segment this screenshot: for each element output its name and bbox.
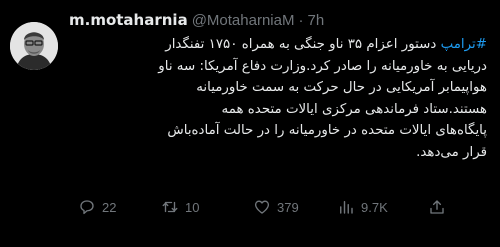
heart-icon bbox=[254, 200, 270, 214]
user-handle[interactable]: @MotaharniaM bbox=[192, 12, 295, 29]
retweet-count: 10 bbox=[185, 199, 200, 215]
tweet-text-line: هستند.ستاد فرماندهی مرکزی ایالات متحده ه… bbox=[221, 101, 487, 117]
like-button[interactable]: 379 bbox=[253, 198, 299, 216]
reply-button[interactable]: 22 bbox=[78, 198, 116, 216]
tweet[interactable]: m.motaharnia @MotaharniaM · 7h #ترامپ دس… bbox=[0, 0, 500, 247]
display-name[interactable]: m.motaharnia bbox=[69, 11, 188, 29]
tweet-text: #ترامپ دستور اعزام ۳۵ ناو جنگی به همراه … bbox=[69, 34, 487, 163]
tweet-text-line: #ترامپ دستور اعزام ۳۵ ناو جنگی به همراه … bbox=[69, 34, 487, 56]
view-count: 9.7K bbox=[361, 199, 388, 215]
tweet-text-line: قرار می‌دهد. bbox=[416, 144, 487, 160]
reply-icon bbox=[80, 200, 94, 215]
views-chart-icon bbox=[340, 201, 353, 214]
like-count: 379 bbox=[277, 199, 299, 215]
views-button[interactable]: 9.7K bbox=[337, 198, 388, 216]
tweet-text-segment: دستور اعزام ۳۵ ناو جنگی به همراه ۱۷۵۰ تف… bbox=[165, 37, 437, 52]
tweet-text-line: هواپیمابر آمریکایی در حال حرکت به سمت خا… bbox=[196, 80, 487, 95]
avatar-portrait bbox=[10, 22, 58, 70]
retweet-icon bbox=[162, 201, 178, 213]
tweet-header: m.motaharnia @MotaharniaM · 7h bbox=[69, 8, 486, 32]
share-icon bbox=[430, 200, 444, 214]
share-button[interactable] bbox=[428, 198, 446, 216]
separator-dot: · bbox=[298, 11, 304, 29]
reply-count: 22 bbox=[102, 199, 117, 215]
tweet-text-line: دریایی به خاورمیانه را صادر کرد.وزارت دف… bbox=[158, 58, 487, 74]
timestamp[interactable]: 7h bbox=[307, 12, 324, 29]
action-bar: 22 10 379 9.7K bbox=[78, 196, 448, 218]
hashtag-link[interactable]: #ترامپ bbox=[441, 37, 487, 52]
avatar[interactable] bbox=[10, 22, 58, 70]
retweet-button[interactable]: 10 bbox=[161, 198, 199, 216]
tweet-text-line: پایگاه‌های ایالات متحده در خاورمیانه را … bbox=[167, 123, 487, 138]
